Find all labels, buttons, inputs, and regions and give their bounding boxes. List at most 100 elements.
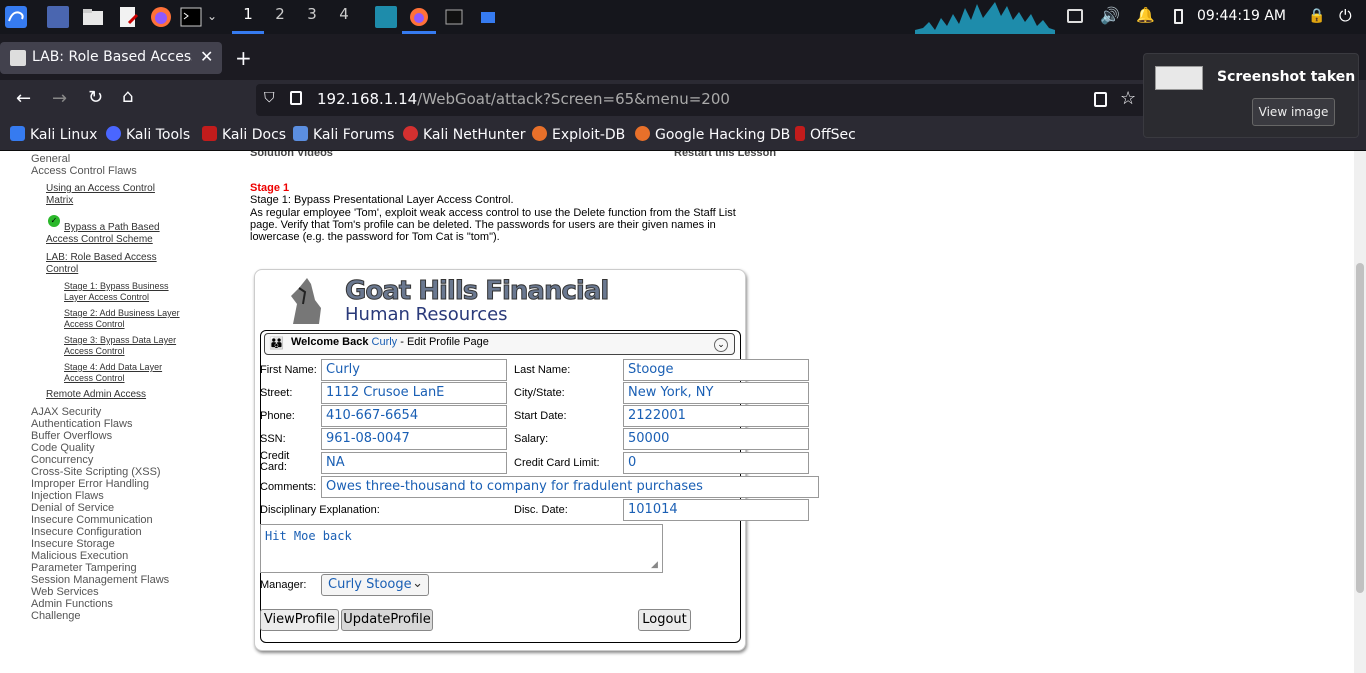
menu-category[interactable]: Code Quality bbox=[31, 442, 95, 454]
workspace-4[interactable]: 4 bbox=[332, 5, 356, 23]
menu-category[interactable]: Denial of Service bbox=[31, 502, 114, 514]
menu-stage-4[interactable]: Stage 4: Add Data Layer Access Control bbox=[64, 362, 168, 384]
bookmark-exploit-db[interactable]: Exploit-DB bbox=[532, 126, 625, 143]
bookmark-star-icon[interactable]: ☆ bbox=[1120, 88, 1136, 109]
first-name-field[interactable]: Curly bbox=[321, 359, 507, 381]
update-profile-button[interactable]: UpdateProfile bbox=[341, 609, 433, 631]
ssn-field[interactable]: 961-08-0047 bbox=[321, 428, 507, 450]
menu-bypass-path[interactable]: Bypass a Path Based Access Control Schem… bbox=[46, 222, 172, 246]
burp-window-icon[interactable] bbox=[375, 6, 397, 28]
screenshot-thumbnail[interactable] bbox=[1155, 66, 1203, 90]
menu-stage-2[interactable]: Stage 2: Add Business Layer Access Contr… bbox=[64, 308, 184, 330]
logout-button[interactable]: Logout bbox=[638, 609, 691, 631]
clock[interactable]: 09:44:19 AM bbox=[1197, 8, 1286, 24]
workspace-2[interactable]: 2 bbox=[268, 5, 292, 23]
scrollbar-thumb[interactable] bbox=[1356, 263, 1364, 593]
phone-field[interactable]: 410-667-6654 bbox=[321, 405, 507, 427]
home-icon[interactable]: ⌂ bbox=[122, 86, 133, 107]
menu-general[interactable]: General bbox=[31, 153, 70, 165]
cc-limit-field[interactable]: 0 bbox=[623, 452, 809, 474]
bookmark-kali-linux[interactable]: Kali Linux bbox=[10, 126, 97, 143]
reader-mode-icon[interactable] bbox=[1094, 92, 1107, 107]
start-date-label: Start Date: bbox=[514, 410, 567, 422]
notification-bell-icon[interactable]: 🔔 bbox=[1136, 6, 1155, 24]
bookmark-kali-nethunter[interactable]: Kali NetHunter bbox=[403, 126, 525, 143]
url-bar[interactable]: ⛉ 192.168.1.14/WebGoat/attack?Screen=65&… bbox=[256, 84, 1146, 116]
screenshot-notification[interactable]: Screenshot taken View image bbox=[1143, 53, 1359, 138]
back-icon[interactable]: ← bbox=[16, 88, 31, 109]
salary-field[interactable]: 50000 bbox=[623, 428, 809, 450]
new-tab-button[interactable]: + bbox=[235, 46, 252, 70]
reload-icon[interactable]: ↻ bbox=[88, 87, 103, 108]
view-profile-button[interactable]: ViewProfile bbox=[260, 609, 339, 631]
disc-date-field[interactable]: 101014 bbox=[623, 499, 809, 521]
bookmark-kali-docs[interactable]: Kali Docs bbox=[202, 126, 286, 143]
page-scrollbar[interactable] bbox=[1354, 151, 1366, 673]
display-icon[interactable] bbox=[1067, 9, 1083, 23]
url-text[interactable]: 192.168.1.14/WebGoat/attack?Screen=65&me… bbox=[317, 90, 730, 108]
menu-category[interactable]: Insecure Storage bbox=[31, 538, 115, 550]
stage-title: Stage 1 bbox=[250, 182, 290, 194]
firefox-icon[interactable] bbox=[150, 6, 172, 28]
credit-card-field[interactable]: NA bbox=[321, 452, 507, 474]
text-editor-icon[interactable] bbox=[117, 6, 139, 28]
close-tab-icon[interactable]: ✕ bbox=[200, 47, 213, 66]
bookmark-kali-forums[interactable]: Kali Forums bbox=[293, 126, 394, 143]
chevron-down-icon[interactable]: ⌄ bbox=[207, 9, 217, 23]
menu-category[interactable]: Malicious Execution bbox=[31, 550, 128, 562]
menu-category[interactable]: Insecure Configuration bbox=[31, 526, 142, 538]
workspace-3[interactable]: 3 bbox=[300, 5, 324, 23]
last-name-field[interactable]: Stooge bbox=[623, 359, 809, 381]
terminal-window-icon[interactable] bbox=[443, 6, 465, 28]
street-field[interactable]: 1112 Crusoe LanE bbox=[321, 382, 507, 404]
city-state-field[interactable]: New York, NY bbox=[623, 382, 809, 404]
menu-category[interactable]: Insecure Communication bbox=[31, 514, 153, 526]
lock-icon[interactable]: 🔒 bbox=[1308, 8, 1325, 24]
desktop-icon[interactable] bbox=[47, 6, 69, 28]
power-icon[interactable]: ⏻ bbox=[1339, 6, 1352, 26]
bookmark-google-hacking-db[interactable]: Google Hacking DB bbox=[635, 126, 790, 143]
shield-icon[interactable]: ⛉ bbox=[264, 90, 275, 106]
menu-stage-1[interactable]: Stage 1: Bypass Business Layer Access Co… bbox=[64, 281, 176, 303]
firefox-window-icon[interactable] bbox=[408, 6, 430, 28]
menu-lab-role-based[interactable]: LAB: Role Based Access Control bbox=[46, 252, 162, 276]
menu-category[interactable]: Concurrency bbox=[31, 454, 93, 466]
menu-stage-3[interactable]: Stage 3: Bypass Data Layer Access Contro… bbox=[64, 335, 180, 357]
battery-icon[interactable] bbox=[1174, 9, 1183, 24]
terminal-icon[interactable] bbox=[180, 6, 202, 28]
volume-icon[interactable]: 🔊 bbox=[1100, 6, 1120, 25]
menu-category[interactable]: Challenge bbox=[31, 610, 81, 622]
resize-grip-icon[interactable]: ◢ bbox=[651, 560, 658, 570]
file-manager-icon[interactable] bbox=[82, 6, 104, 28]
menu-category[interactable]: Session Management Flaws bbox=[31, 574, 169, 586]
forward-icon[interactable]: → bbox=[52, 88, 67, 109]
menu-category[interactable]: AJAX Security bbox=[31, 406, 101, 418]
menu-access-control-matrix[interactable]: Using an Access Control Matrix bbox=[46, 183, 166, 207]
menu-category[interactable]: Buffer Overflows bbox=[31, 430, 112, 442]
kali-menu-icon[interactable] bbox=[5, 6, 27, 28]
menu-category[interactable]: Web Services bbox=[31, 586, 99, 598]
browser-tab[interactable]: LAB: Role Based Access C ✕ bbox=[0, 42, 222, 74]
menu-category[interactable]: Admin Functions bbox=[31, 598, 113, 610]
view-image-button[interactable]: View image bbox=[1252, 98, 1335, 126]
bookmark-kali-tools[interactable]: Kali Tools bbox=[106, 126, 190, 143]
menu-category[interactable]: Injection Flaws bbox=[31, 490, 104, 502]
app-window-icon[interactable] bbox=[477, 6, 499, 28]
start-date-field[interactable]: 2122001 bbox=[623, 405, 809, 427]
workspace-1[interactable]: 1 bbox=[236, 5, 260, 23]
user-name: Curly bbox=[371, 336, 398, 348]
menu-category[interactable]: Cross-Site Scripting (XSS) bbox=[31, 466, 161, 478]
collapse-icon[interactable]: ⌄ bbox=[714, 338, 728, 352]
solution-videos-link[interactable]: Solution Videos bbox=[250, 151, 333, 160]
menu-remote-admin[interactable]: Remote Admin Access bbox=[46, 389, 146, 401]
restart-lesson-link[interactable]: Restart this Lesson bbox=[674, 151, 776, 160]
insecure-lock-icon[interactable] bbox=[290, 91, 302, 105]
manager-select[interactable]: Curly Stooge ⌄ bbox=[321, 574, 429, 596]
menu-category[interactable]: Parameter Tampering bbox=[31, 562, 137, 574]
menu-category[interactable]: Improper Error Handling bbox=[31, 478, 149, 490]
menu-category[interactable]: Authentication Flaws bbox=[31, 418, 133, 430]
menu-access-control-flaws[interactable]: Access Control Flaws bbox=[31, 165, 137, 177]
comments-field[interactable]: Owes three-thousand to company for fradu… bbox=[321, 476, 819, 498]
bookmark-offsec[interactable]: OffSec bbox=[795, 126, 856, 143]
disciplinary-textarea[interactable]: Hit Moe back bbox=[260, 524, 663, 573]
